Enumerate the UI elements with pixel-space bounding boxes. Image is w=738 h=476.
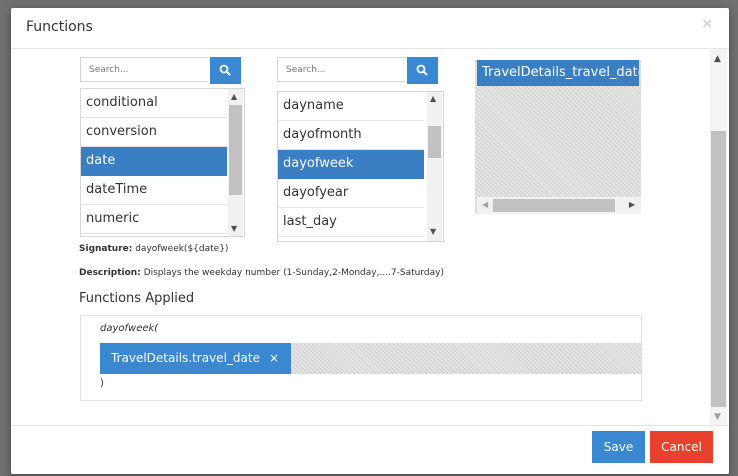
category-item[interactable]: conversion xyxy=(81,118,227,147)
argument-token[interactable]: TravelDetails.travel_date × xyxy=(100,343,291,374)
category-item[interactable]: conditional xyxy=(81,89,227,118)
function-search-button[interactable] xyxy=(407,57,438,84)
modal-footer: Save Cancel xyxy=(11,425,729,474)
modal-scroll-thumb[interactable] xyxy=(711,131,726,407)
arrow-right-icon[interactable]: ▶ xyxy=(629,200,635,209)
function-search xyxy=(277,57,438,84)
search-icon xyxy=(219,64,231,76)
arrow-left-icon[interactable]: ◀ xyxy=(482,200,488,209)
category-search-button[interactable] xyxy=(210,57,241,84)
signature-label: Signature: xyxy=(79,244,133,254)
function-item[interactable]: dayname xyxy=(278,92,424,121)
modal-header: Functions × xyxy=(11,8,729,49)
field-item[interactable]: TravelDetails_travel_date xyxy=(477,60,639,86)
function-scrollbar[interactable]: ▲ ▼ xyxy=(427,92,442,241)
modal-body-scrollbar[interactable]: ▲ ▼ xyxy=(710,49,727,425)
description-value: Displays the weekday number (1-Sunday,2-… xyxy=(143,268,444,278)
description-label: Description: xyxy=(79,268,141,278)
description-line: Description: Displays the weekday number… xyxy=(79,268,444,278)
close-icon[interactable]: × xyxy=(701,16,713,32)
field-list: TravelDetails_travel_date ◀ ▶ xyxy=(475,60,641,214)
modal-body: conditional conversion date dateTime num… xyxy=(11,49,729,425)
arrow-down-icon[interactable]: ▼ xyxy=(714,412,721,422)
arrow-up-icon[interactable]: ▲ xyxy=(430,94,436,103)
category-item[interactable]: numeric xyxy=(81,205,227,234)
arrow-down-icon[interactable]: ▼ xyxy=(231,224,237,233)
functions-applied-box: dayofweek( TravelDetails.travel_date × ) xyxy=(80,315,642,401)
signature-value: dayofweek(${date}) xyxy=(135,244,229,254)
search-icon xyxy=(416,64,428,76)
function-item[interactable]: dayofmonth xyxy=(278,121,424,150)
function-search-input[interactable] xyxy=(277,57,405,82)
argument-token-label: TravelDetails.travel_date xyxy=(111,351,260,365)
function-close-text: ) xyxy=(100,378,104,389)
category-search xyxy=(80,57,241,84)
functions-applied-title: Functions Applied xyxy=(79,291,195,306)
category-scrollbar[interactable]: ▲ ▼ xyxy=(228,89,243,236)
signature-line: Signature: dayofweek(${date}) xyxy=(79,244,228,254)
arrow-up-icon[interactable]: ▲ xyxy=(714,54,721,64)
arrow-up-icon[interactable]: ▲ xyxy=(231,92,237,101)
category-item[interactable]: dateTime xyxy=(81,176,227,205)
function-scroll-thumb[interactable] xyxy=(428,126,441,158)
functions-modal: Functions × conditional conversion date … xyxy=(11,8,729,474)
argument-drop-zone[interactable]: TravelDetails.travel_date × xyxy=(100,343,641,374)
arrow-down-icon[interactable]: ▼ xyxy=(430,227,436,236)
remove-token-icon[interactable]: × xyxy=(269,343,279,374)
category-item[interactable]: date xyxy=(81,147,227,176)
cancel-button[interactable]: Cancel xyxy=(650,431,713,463)
category-search-input[interactable] xyxy=(80,57,208,82)
function-open-text: dayofweek( xyxy=(100,323,159,334)
function-list: dayname dayofmonth dayofweek dayofyear l… xyxy=(277,91,444,242)
function-item[interactable]: dayofweek xyxy=(278,150,424,179)
function-item[interactable]: dayofyear xyxy=(278,179,424,208)
category-scroll-thumb[interactable] xyxy=(229,105,242,195)
category-list: conditional conversion date dateTime num… xyxy=(80,88,245,237)
modal-title: Functions xyxy=(26,19,93,35)
field-scroll-thumb[interactable] xyxy=(493,199,615,212)
field-hscrollbar[interactable]: ◀ ▶ xyxy=(477,197,641,214)
save-button[interactable]: Save xyxy=(592,431,645,463)
function-item[interactable]: last_day xyxy=(278,208,424,237)
